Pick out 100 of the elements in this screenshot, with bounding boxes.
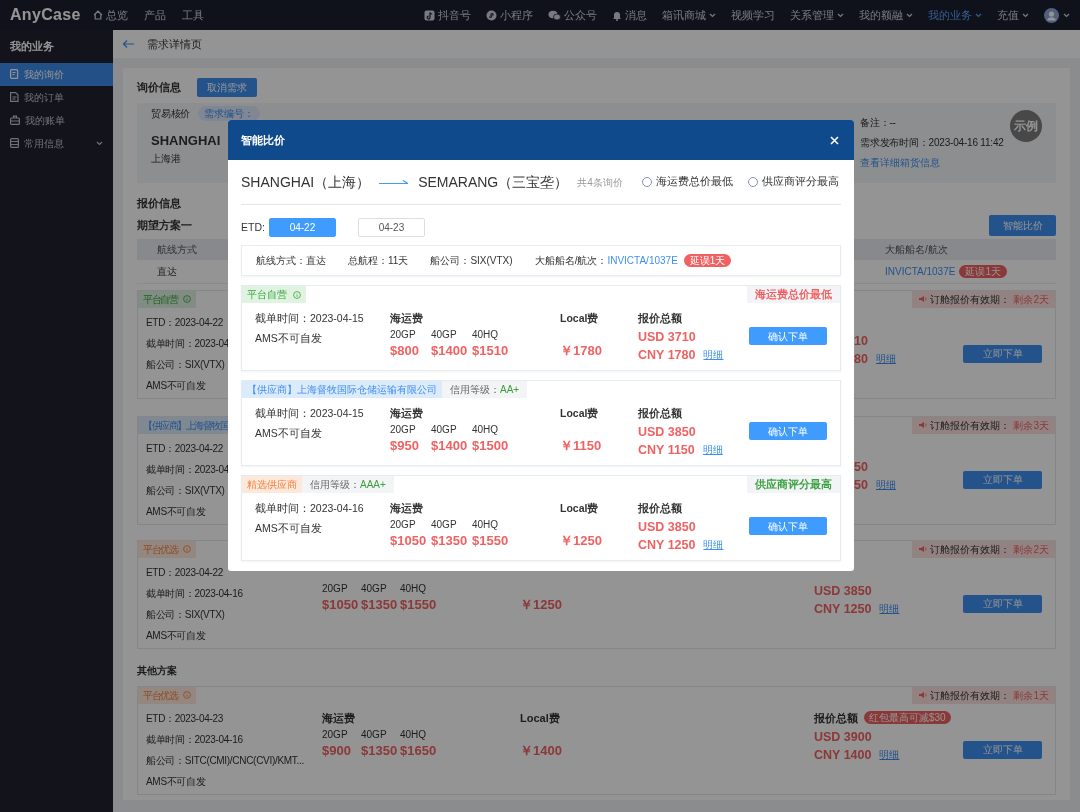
- nav-link[interactable]: 抖音号: [424, 6, 471, 24]
- radio-button[interactable]: [747, 177, 758, 187]
- date-tab[interactable]: 04-22: [268, 218, 336, 237]
- detail-link[interactable]: 明细: [703, 346, 724, 364]
- detail-link[interactable]: 明细: [875, 349, 896, 368]
- container-type: 20GP: [322, 727, 349, 742]
- vessel-link[interactable]: INVICTA/1037E: [885, 263, 956, 279]
- source-tag: 平台自营: [242, 286, 306, 303]
- date-tab[interactable]: 04-23: [357, 218, 425, 237]
- page-title: 需求详情页: [147, 36, 202, 52]
- sidebar-title: 我的业务: [9, 39, 55, 54]
- price-text: USD 3850: [638, 424, 696, 441]
- nav-link[interactable]: 我的额融: [859, 6, 913, 24]
- nav-link[interactable]: 视频学习: [731, 6, 775, 24]
- nav-link[interactable]: 箱讯商城: [662, 6, 716, 24]
- detail-link[interactable]: 明细: [702, 441, 723, 459]
- nav-link[interactable]: 产品: [143, 6, 166, 24]
- validity-value: 剩余2天: [1013, 542, 1049, 557]
- local-fee: ￥1150: [560, 437, 599, 455]
- confirm-button[interactable]: 确认下单: [749, 517, 827, 535]
- price-text: $1400: [431, 437, 469, 455]
- container-type: 40HQ: [400, 727, 428, 742]
- confirm-button[interactable]: 确认下单: [749, 422, 827, 440]
- container-type: 40HQ: [472, 328, 500, 342]
- detail-link[interactable]: 明细: [879, 745, 900, 764]
- detail-link[interactable]: 明细: [879, 599, 900, 618]
- nav-link[interactable]: 总览: [92, 6, 128, 24]
- briefcase-icon: [10, 115, 20, 125]
- cutoff-text: 截单时间：2023-04-15: [255, 406, 364, 421]
- price-text: CNY 1250: [638, 537, 696, 554]
- chevron-down-icon: [906, 12, 913, 18]
- database-icon: [10, 138, 19, 148]
- vessel-link[interactable]: INVICTA/1037E: [607, 253, 678, 268]
- price-text: USD 3850: [814, 582, 872, 600]
- nav-link[interactable]: 关系管理: [790, 6, 844, 24]
- container-type: 20GP: [390, 328, 417, 342]
- validity-label: 订舱报价有效期：: [930, 292, 1011, 307]
- etd-text: ETD：2023-04-22: [146, 315, 223, 330]
- container-type: 40GP: [361, 727, 388, 742]
- confirm-button[interactable]: 确认下单: [749, 327, 827, 345]
- container-type: 40GP: [361, 581, 388, 596]
- radio-label[interactable]: 海运费总价最低: [655, 174, 733, 190]
- price-text: USD 3900: [814, 728, 872, 746]
- document-search-icon: [10, 69, 19, 79]
- cutoff-text: 截单时间：2023-04-16: [146, 586, 243, 601]
- logo[interactable]: AnyCase: [10, 3, 81, 27]
- sidebar-item[interactable]: 我的询价: [0, 62, 113, 86]
- carrier-text: 船公司：SITC(CMI)/CNC(CVI)/KMT...: [146, 753, 304, 768]
- nav-link[interactable]: 我的业务: [928, 6, 982, 24]
- nav-link[interactable]: 小程序: [486, 6, 533, 24]
- detail-link[interactable]: 查看详细箱货信息: [860, 155, 940, 170]
- price-text: CNY 1150: [638, 442, 695, 459]
- ams-text: AMS不可自发: [255, 426, 322, 441]
- column-title: 海运费: [390, 311, 423, 326]
- order-button[interactable]: 立即下单: [963, 740, 1042, 759]
- detail-link[interactable]: 明细: [875, 475, 896, 494]
- port-code: SHANGHAI: [151, 132, 221, 150]
- sidebar-item[interactable]: 我的账单: [0, 108, 113, 132]
- back-button[interactable]: [122, 39, 135, 49]
- nav-link[interactable]: 工具: [181, 6, 204, 24]
- order-button[interactable]: 立即下单: [963, 344, 1042, 363]
- chevron-down-icon: [709, 12, 716, 18]
- validity-value: 剩余1天: [1013, 688, 1049, 703]
- price-text: $1500: [472, 437, 510, 455]
- order-button[interactable]: 立即下单: [963, 594, 1042, 613]
- nav-link[interactable]: 充值: [997, 6, 1029, 24]
- chevron-down-icon: [1022, 12, 1029, 18]
- price-text: $1650: [400, 741, 438, 760]
- radio-label[interactable]: 供应商评分最高: [761, 174, 839, 190]
- price-text: CNY 1400: [814, 746, 872, 764]
- radio-button[interactable]: [641, 177, 652, 187]
- order-button[interactable]: 立即下单: [963, 470, 1042, 489]
- vessel-label: 大船船名/航次：: [534, 254, 608, 268]
- source-tag: 平台优选: [138, 686, 196, 704]
- price-text: 50: [854, 476, 868, 494]
- price-text: USD 3710: [638, 329, 696, 346]
- detail-link[interactable]: 明细: [703, 536, 724, 554]
- container-type: 20GP: [390, 518, 417, 532]
- price-text: $1400: [431, 342, 469, 360]
- price-text: $1350: [361, 741, 399, 760]
- publish-time: 需求发布时间：2023-04-16 11:42: [860, 136, 1004, 150]
- nav-link[interactable]: 消息: [612, 6, 647, 24]
- nav-link[interactable]: 公众号: [548, 6, 597, 24]
- cancel-button[interactable]: 取消需求: [197, 78, 257, 97]
- carrier-text: 船公司：SIX(VTX): [146, 483, 225, 498]
- container-type: 40HQ: [472, 423, 500, 437]
- ams-text: AMS不可自发: [146, 504, 206, 519]
- close-button[interactable]: [828, 133, 841, 147]
- dialog-title: 智能比价: [241, 132, 285, 148]
- price-text: 10: [854, 332, 868, 350]
- plan-title: 期望方案一: [137, 217, 192, 233]
- price-text: $950: [390, 437, 420, 455]
- validity-label: 订舱报价有效期：: [930, 688, 1011, 703]
- sidebar-item[interactable]: 常用信息: [0, 131, 113, 155]
- compare-button[interactable]: 智能比价: [989, 214, 1056, 236]
- column-title: 海运费: [390, 501, 423, 516]
- route-info-text: 船公司：SIX(VTX): [430, 254, 513, 268]
- container-type: 40GP: [431, 423, 458, 437]
- close-icon: [830, 135, 839, 145]
- validity-value: 剩余2天: [1013, 292, 1049, 307]
